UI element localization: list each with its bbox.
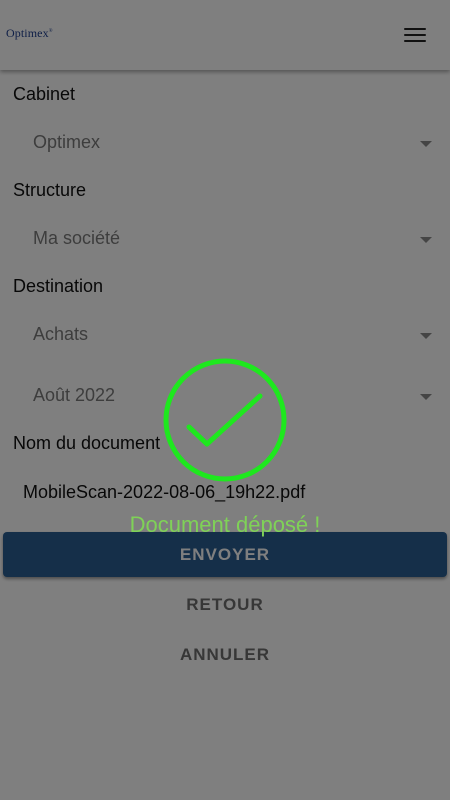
success-message: Document déposé ! — [129, 512, 321, 537]
check-circle-icon — [163, 358, 287, 482]
app-screen: Optimex® Cabinet Optimex Structure Ma so… — [0, 0, 450, 800]
